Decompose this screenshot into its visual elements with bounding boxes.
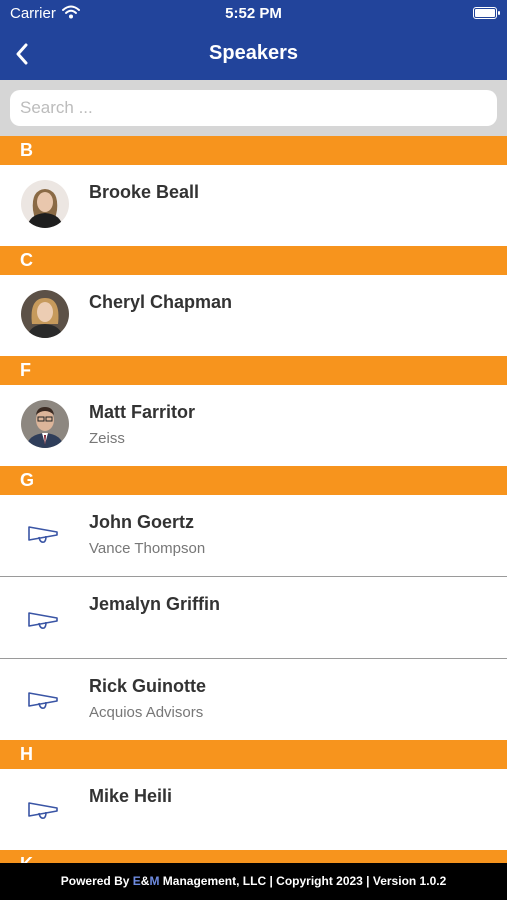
search-bar bbox=[0, 80, 507, 136]
speaker-row[interactable]: Jemalyn Griffin bbox=[0, 577, 507, 659]
megaphone-icon bbox=[28, 802, 58, 819]
speaker-row[interactable]: Rick Guinotte Acquios Advisors bbox=[0, 659, 507, 740]
nav-bar: Speakers bbox=[0, 28, 507, 80]
megaphone-icon bbox=[28, 612, 58, 629]
avatar bbox=[21, 290, 69, 338]
speaker-row[interactable]: Cheryl Chapman bbox=[0, 275, 507, 356]
speaker-company: Vance Thompson bbox=[89, 540, 206, 557]
speaker-name: Mike Heili bbox=[89, 786, 173, 806]
footer-prefix: Powered By bbox=[60, 874, 133, 888]
megaphone-icon bbox=[28, 526, 58, 543]
page-title: Speakers bbox=[209, 42, 298, 64]
megaphone-icon bbox=[28, 692, 58, 709]
speaker-row[interactable]: Matt Farritor Zeiss bbox=[0, 385, 507, 466]
footer-brand-m: M bbox=[149, 874, 160, 888]
speaker-list[interactable]: B Brooke Beall C Cheryl Chapman F Matt F… bbox=[0, 136, 507, 863]
avatar bbox=[21, 180, 69, 228]
speaker-company: Zeiss bbox=[89, 430, 125, 447]
speaker-name: John Goertz bbox=[89, 512, 195, 532]
speaker-name: Matt Farritor bbox=[89, 402, 196, 422]
avatar bbox=[21, 400, 69, 448]
section-header-c: C bbox=[0, 246, 507, 275]
search-input[interactable] bbox=[10, 90, 497, 126]
speaker-row[interactable]: John Goertz Vance Thompson bbox=[0, 495, 507, 577]
section-header-g: G bbox=[0, 466, 507, 495]
section-header-k: K bbox=[0, 850, 507, 863]
footer-brand-e: E bbox=[132, 874, 141, 888]
speaker-row[interactable]: Mike Heili bbox=[0, 769, 507, 850]
status-bar: Carrier 5:52 PM bbox=[0, 0, 507, 28]
speaker-company: Acquios Advisors bbox=[89, 704, 204, 721]
section-header-h: H bbox=[0, 740, 507, 769]
section-header-b: B bbox=[0, 136, 507, 165]
battery-icon bbox=[473, 7, 500, 19]
speaker-name: Rick Guinotte bbox=[89, 676, 207, 696]
speaker-row[interactable]: Brooke Beall bbox=[0, 165, 507, 246]
speaker-name: Jemalyn Griffin bbox=[89, 594, 221, 614]
speaker-name: Cheryl Chapman bbox=[89, 292, 233, 312]
section-header-f: F bbox=[0, 356, 507, 385]
footer: Powered By E&M Management, LLC | Copyrig… bbox=[0, 863, 507, 900]
clock: 5:52 PM bbox=[225, 5, 282, 22]
speaker-name: Brooke Beall bbox=[89, 182, 200, 202]
footer-suffix: Management, LLC | Copyright 2023 | Versi… bbox=[159, 874, 447, 888]
